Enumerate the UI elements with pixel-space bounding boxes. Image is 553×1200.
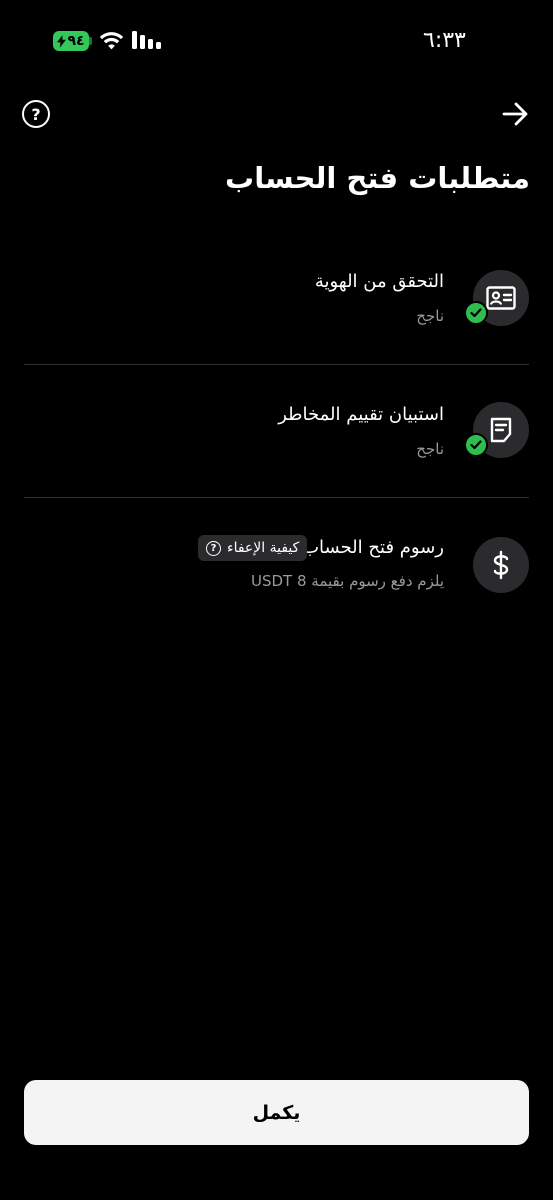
- requirement-icon-wrap: [464, 402, 529, 458]
- chip-label: كيفية الإعفاء: [227, 540, 300, 556]
- battery-indicator: ٩٤: [53, 31, 89, 51]
- requirement-status: ناجح: [416, 440, 444, 458]
- page-title: متطلبات فتح الحساب: [225, 161, 530, 195]
- requirement-identity-verification[interactable]: التحقق من الهوية ناجح: [0, 270, 553, 350]
- document-icon: [490, 417, 512, 443]
- dollar-icon: [493, 550, 509, 580]
- how-to-waive-chip[interactable]: كيفية الإعفاء ?: [198, 535, 308, 561]
- success-check-icon: [464, 433, 488, 457]
- help-icon[interactable]: ?: [22, 100, 50, 128]
- requirement-status: يلزم دفع رسوم بقيمة 8 USDT: [250, 572, 444, 590]
- charging-bolt-icon: [57, 34, 67, 48]
- success-check-icon: [464, 301, 488, 325]
- cellular-signal-icon: [132, 31, 161, 49]
- requirement-title: التحقق من الهوية: [314, 271, 444, 292]
- id-card-icon: [486, 286, 516, 310]
- divider: [24, 497, 529, 498]
- question-icon: ?: [206, 540, 221, 556]
- requirement-title: استبيان تقييم المخاطر: [278, 404, 444, 425]
- status-time: ٦:٣٣: [423, 28, 466, 53]
- divider: [24, 364, 529, 365]
- back-arrow-icon[interactable]: [500, 100, 530, 128]
- requirement-icon-wrap: [473, 537, 529, 593]
- requirement-risk-questionnaire[interactable]: استبيان تقييم المخاطر ناجح: [0, 402, 553, 482]
- requirement-status: ناجح: [416, 307, 444, 325]
- continue-button[interactable]: يكمل: [24, 1080, 529, 1145]
- wifi-icon: [99, 32, 124, 50]
- battery-cap: [89, 37, 92, 45]
- requirement-title: رسوم فتح الحساب: [302, 537, 444, 558]
- requirement-icon-wrap: [464, 270, 529, 326]
- battery-level: ٩٤: [67, 33, 85, 49]
